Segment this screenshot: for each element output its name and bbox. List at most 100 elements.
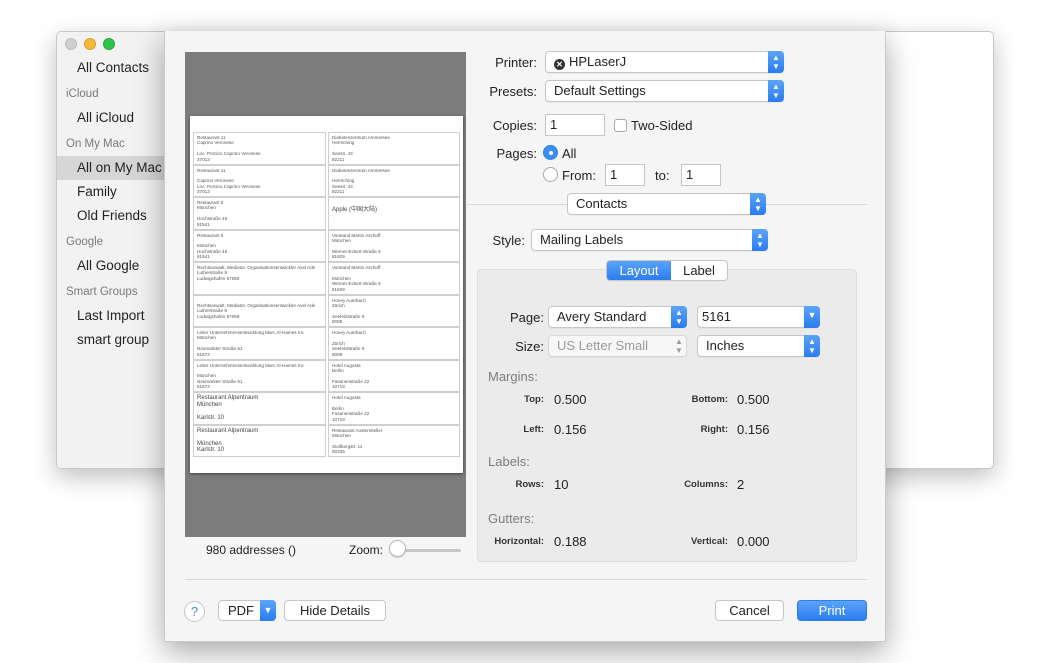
page-number-value: 5161 <box>702 309 731 324</box>
pdf-menu-button[interactable]: PDF ▼ <box>218 600 276 621</box>
sidebar-item[interactable]: All Google <box>57 254 167 278</box>
page-number-popup[interactable]: 5161 ▼ <box>697 306 820 328</box>
pages-to-field[interactable]: 1 <box>681 164 721 186</box>
pages-from-radio[interactable] <box>543 167 558 182</box>
units-value: Inches <box>706 338 745 353</box>
chevron-updown-icon: ▲ ▼ <box>768 51 784 73</box>
rows-value[interactable]: 10 <box>554 477 568 492</box>
sidebar-section-header: iCloud <box>66 88 99 100</box>
two-sided-checkbox[interactable] <box>614 119 627 132</box>
preview-page: Restaurant 11 Caprino Veronese Loc. Porc… <box>190 116 463 473</box>
footer-divider <box>185 579 867 580</box>
printer-offline-icon: ✕ <box>554 59 565 70</box>
size-value: US Letter Small <box>557 338 649 353</box>
pages-to-label: to: <box>655 168 670 183</box>
pages-all-radio[interactable] <box>543 145 558 160</box>
preview-label: Restaurant Alpentraum München Karlstr. 1… <box>193 392 326 425</box>
preview-label: Restaurant 5 München Hochstraße 46 81541 <box>193 197 326 230</box>
left-margin-label: Left: <box>523 424 544 435</box>
preview-label: Restaurant 5 München Hochstraße 46 81541 <box>193 229 326 262</box>
tab-label[interactable]: Label <box>671 261 727 280</box>
style-popup[interactable]: Mailing Labels ▲ ▼ <box>531 229 768 251</box>
page-type-popup[interactable]: Avery Standard ▲ ▼ <box>548 306 687 328</box>
copies-field[interactable]: 1 <box>545 114 605 136</box>
page-type-value: Avery Standard <box>557 309 647 324</box>
top-margin-value[interactable]: 0.500 <box>554 392 587 407</box>
window-controls <box>65 38 115 50</box>
print-button[interactable]: Print <box>797 600 867 621</box>
preview-label: Diabeteszentrum Ammersee Herrsching Sees… <box>328 132 460 165</box>
preview-label: Apple (中国大陆) <box>328 197 460 230</box>
columns-value[interactable]: 2 <box>737 477 744 492</box>
zoom-label: Zoom: <box>349 543 384 557</box>
preview-label: Restaurant 11 Caprino Veronese Loc. Porc… <box>193 164 326 197</box>
layout-panel: Page: Avery Standard ▲ ▼ 5161 ▼ Size: US … <box>477 269 857 562</box>
preview-label: Restaurant Austernkeller München Stollbe… <box>328 424 460 457</box>
sidebar-item[interactable]: Old Friends <box>57 204 167 228</box>
sidebar-item[interactable]: All on My Mac <box>57 156 167 180</box>
left-margin-value[interactable]: 0.156 <box>554 422 587 437</box>
top-margin-label: Top: <box>524 394 544 405</box>
zoom-slider-track[interactable] <box>399 549 461 552</box>
vertical-gutter-value[interactable]: 0.000 <box>737 534 770 549</box>
app-section-value: Contacts <box>576 196 628 211</box>
bottom-margin-label: Bottom: <box>691 394 728 405</box>
presets-value: Default Settings <box>554 83 646 98</box>
printer-popup[interactable]: ✕ HPLaserJ ▲ ▼ <box>545 51 784 73</box>
preview-label: Hotel Augusta Berlin Fasanenstraße 22 10… <box>328 359 460 392</box>
rows-label: Rows: <box>515 479 545 490</box>
bottom-margin-value[interactable]: 0.500 <box>737 392 770 407</box>
layout-label-tabs: Layout Label <box>606 260 728 281</box>
preview-label: Rechtsanwalt, Mediator, Organisationsent… <box>193 294 326 327</box>
help-icon: ? <box>190 604 199 619</box>
presets-popup[interactable]: Default Settings ▲ ▼ <box>545 80 784 102</box>
vertical-gutter-label: Vertical: <box>691 536 728 547</box>
printer-label: Printer: <box>495 55 537 70</box>
margins-title: Margins: <box>488 369 538 384</box>
size-popup: US Letter Small ▲ ▼ <box>548 335 687 357</box>
chevron-down-icon: ▼ <box>804 306 820 328</box>
contacts-sidebar: All Contacts iCloud All iCloud On My Mac All… <box>57 32 167 468</box>
pages-all-label: All <box>562 146 577 161</box>
horizontal-gutter-value[interactable]: 0.188 <box>554 534 587 549</box>
size-label: Size: <box>515 339 544 354</box>
copies-label: Copies: <box>492 118 537 133</box>
gutters-title: Gutters: <box>488 511 535 526</box>
pages-label: Pages: <box>496 146 537 161</box>
units-popup[interactable]: Inches ▲ ▼ <box>697 335 820 357</box>
chevron-down-icon: ▼ <box>260 600 276 621</box>
zoom-window-button[interactable] <box>103 38 115 50</box>
chevron-updown-icon: ▲ ▼ <box>675 337 683 355</box>
preview-label: Vorstand Martin Aschoff München Werner-E… <box>328 262 460 295</box>
print-preview: Restaurant 11 Caprino Veronese Loc. Porc… <box>185 52 466 537</box>
close-window-button[interactable] <box>65 38 77 50</box>
pages-from-field[interactable]: 1 <box>605 164 645 186</box>
app-section-popup[interactable]: Contacts ▲ ▼ <box>567 193 766 215</box>
two-sided-label: Two-Sided <box>631 118 693 133</box>
preview-label: Leiter Unternehmensentwicklung Marc Al-H… <box>193 327 326 360</box>
preview-label: Leiter Unternehmensentwicklung Marc Al-H… <box>193 359 326 392</box>
preview-label: Rechtsanwalt, Mediator, Organisationsent… <box>193 262 326 295</box>
zoom-slider-knob[interactable] <box>389 540 406 557</box>
hide-details-button[interactable]: Hide Details <box>284 600 386 621</box>
print-dialog: Restaurant 11 Caprino Veronese Loc. Porc… <box>164 31 886 642</box>
minimize-window-button[interactable] <box>84 38 96 50</box>
sidebar-item[interactable]: All Contacts <box>57 56 167 80</box>
chevron-updown-icon: ▲ ▼ <box>768 80 784 102</box>
tab-layout[interactable]: Layout <box>607 261 671 280</box>
sidebar-item[interactable]: Family <box>57 180 167 204</box>
right-margin-label: Right: <box>700 424 728 435</box>
preview-label: Diabeteszentrum Ammersee Herrsching Sees… <box>328 164 460 197</box>
page-label: Page: <box>510 310 544 325</box>
right-margin-value[interactable]: 0.156 <box>737 422 770 437</box>
help-button[interactable]: ? <box>184 601 205 622</box>
address-count: 980 addresses () <box>206 543 297 557</box>
label-grid: Restaurant 11 Caprino Veronese Loc. Porc… <box>193 132 460 457</box>
sidebar-item[interactable]: smart group <box>57 328 167 352</box>
preview-label: Restaurant Alpentraum München Karlstr. 1… <box>193 424 326 457</box>
pages-from-label: From: <box>562 168 596 183</box>
sidebar-item[interactable]: Last Import <box>57 304 167 328</box>
cancel-button[interactable]: Cancel <box>715 600 784 621</box>
sidebar-section-header: On My Mac <box>66 138 125 150</box>
sidebar-item[interactable]: All iCloud <box>57 106 167 130</box>
